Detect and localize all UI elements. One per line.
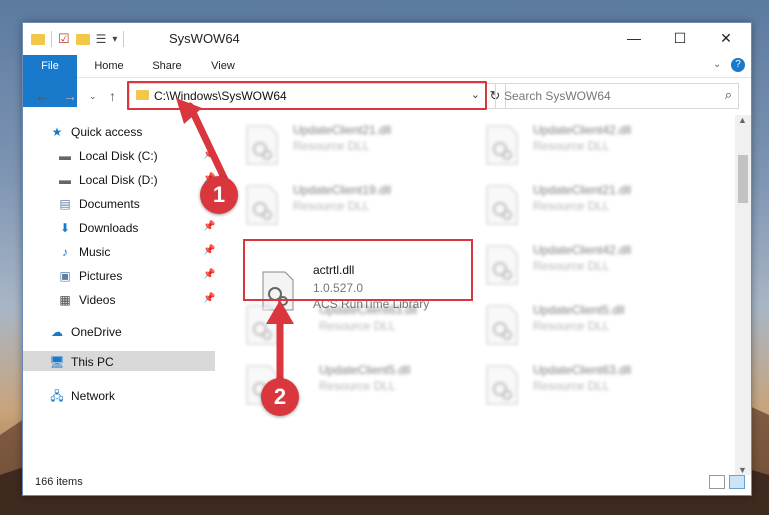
annotation-arrows xyxy=(176,98,294,384)
step-badge-2: 2 xyxy=(261,378,299,416)
step-badge-1: 1 xyxy=(200,176,238,214)
